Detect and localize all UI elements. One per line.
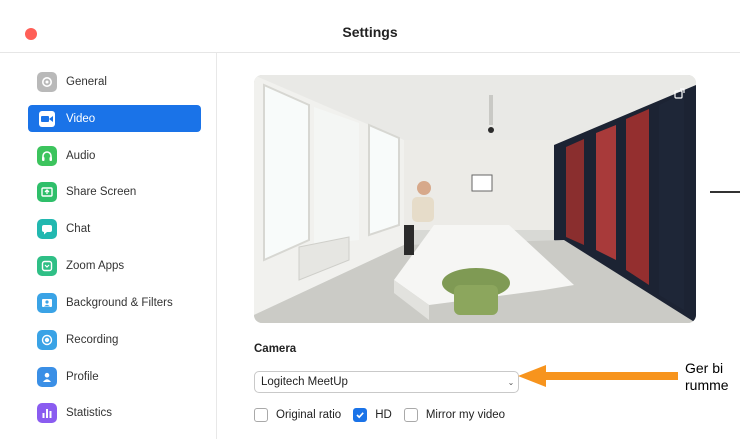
sidebar-item-video[interactable]: Video bbox=[28, 105, 201, 132]
sidebar-item-general[interactable]: General bbox=[28, 68, 201, 95]
sidebar-item-label: Recording bbox=[66, 333, 119, 346]
decorative-line bbox=[710, 191, 740, 193]
gear-icon bbox=[37, 71, 57, 92]
annotation-text: Ger bi rumme bbox=[685, 360, 740, 396]
hd-checkbox[interactable] bbox=[353, 408, 368, 422]
annotation-arrow bbox=[518, 365, 678, 387]
sidebar-item-label: Audio bbox=[66, 149, 96, 162]
camera-dropdown-value: Logitech MeetUp bbox=[261, 376, 348, 388]
recording-icon bbox=[37, 329, 57, 350]
mirror-video-label: Mirror my video bbox=[425, 409, 506, 421]
zoom-apps-icon bbox=[37, 255, 57, 276]
camera-dropdown[interactable]: Logitech MeetUp ⌄ bbox=[254, 371, 519, 393]
hd-label: HD bbox=[375, 409, 392, 421]
sidebar-item-label: Zoom Apps bbox=[66, 259, 125, 272]
annotation-line-2: rumme bbox=[685, 377, 729, 393]
profile-icon bbox=[37, 366, 57, 387]
sidebar-item-audio[interactable]: Audio bbox=[28, 142, 201, 169]
settings-window: Settings General Video Audio Share Scree… bbox=[0, 0, 740, 439]
statistics-icon bbox=[37, 402, 57, 423]
video-camera-icon bbox=[39, 110, 55, 127]
sidebar-item-label: Background & Filters bbox=[66, 296, 173, 309]
sidebar-item-label: Chat bbox=[66, 222, 91, 235]
sidebar-item-share-screen[interactable]: Share Screen bbox=[28, 178, 201, 205]
chat-icon bbox=[37, 218, 57, 239]
sidebar-item-label: Statistics bbox=[66, 406, 113, 419]
settings-sidebar: General Video Audio Share Screen Chat Zo… bbox=[0, 53, 217, 439]
sidebar-item-zoom-apps[interactable]: Zoom Apps bbox=[28, 252, 201, 279]
sidebar-item-label: General bbox=[66, 75, 107, 88]
sidebar-item-label: Share Screen bbox=[66, 185, 137, 198]
sidebar-item-label: Video bbox=[66, 112, 96, 125]
camera-section-label: Camera bbox=[254, 343, 297, 355]
background-icon bbox=[37, 292, 57, 313]
sidebar-item-statistics[interactable]: Statistics bbox=[28, 399, 201, 426]
annotation-line-1: Ger bi bbox=[685, 360, 724, 376]
title-bar: Settings bbox=[0, 0, 740, 53]
video-options: Original ratio HD Mirror my video bbox=[254, 405, 517, 425]
sidebar-item-recording[interactable]: Recording bbox=[28, 326, 201, 353]
sidebar-item-profile[interactable]: Profile bbox=[28, 363, 201, 390]
mirror-video-checkbox[interactable] bbox=[403, 408, 418, 422]
chevron-down-icon: ⌄ bbox=[507, 377, 515, 387]
rotate-camera-button[interactable] bbox=[672, 85, 688, 101]
original-ratio-checkbox[interactable] bbox=[254, 408, 268, 422]
share-screen-icon bbox=[37, 181, 57, 202]
window-title: Settings bbox=[342, 24, 398, 40]
sidebar-item-background-filters[interactable]: Background & Filters bbox=[28, 289, 201, 316]
sidebar-item-label: Profile bbox=[66, 370, 99, 383]
checkmark-icon bbox=[356, 412, 364, 419]
camera-preview bbox=[254, 75, 696, 323]
conference-room-image bbox=[254, 75, 696, 323]
sidebar-item-chat[interactable]: Chat bbox=[28, 215, 201, 242]
original-ratio-label: Original ratio bbox=[276, 409, 342, 421]
rotate-icon bbox=[674, 88, 685, 99]
headphones-icon bbox=[37, 145, 57, 166]
